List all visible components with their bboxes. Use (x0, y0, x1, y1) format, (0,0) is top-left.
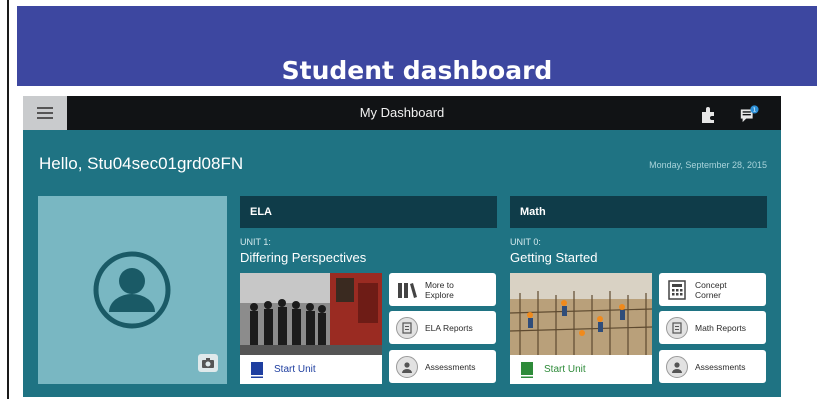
book-icon (251, 361, 263, 378)
concept-corner-button[interactable]: Concept Corner (659, 273, 766, 306)
reports-icon (396, 316, 418, 339)
change-photo-button[interactable] (198, 354, 218, 372)
unit-photo-ela (240, 273, 382, 355)
subject-ela: ELA UNIT 1: Differing Perspectives Start… (240, 196, 497, 384)
unit-code-ela: UNIT 1: (240, 237, 271, 247)
book-icon (521, 361, 533, 378)
subject-header-ela[interactable]: ELA (240, 196, 497, 228)
assessments-icon (396, 355, 418, 378)
top-bar: My Dashboard 1 (23, 96, 781, 130)
math-reports-label: Math Reports (695, 322, 747, 333)
notification-count: 1 (753, 108, 756, 114)
start-unit-label: Start Unit (274, 364, 316, 375)
unit-card-math[interactable]: Start Unit (510, 273, 652, 384)
more-to-explore-line1: More to (425, 279, 454, 290)
slide-title: Student dashboard (281, 56, 553, 85)
more-to-explore-button[interactable]: More to Explore (389, 273, 496, 306)
library-books-icon (395, 278, 419, 302)
page-title: My Dashboard (359, 105, 445, 120)
unit-name-math: Getting Started (510, 250, 598, 265)
math-assessments-button[interactable]: Assessments (659, 350, 766, 383)
ela-assessments-button[interactable]: Assessments (389, 350, 496, 383)
start-unit-math[interactable]: Start Unit (510, 355, 652, 384)
unit-name-ela: Differing Perspectives (240, 250, 367, 265)
dashboard-app: My Dashboard 1 Hello, Stu04sec01grd08FN … (23, 96, 781, 397)
unit-photo-math (510, 273, 652, 355)
slide-header-band: Student dashboard (17, 6, 817, 86)
concept-corner-line1: Concept (695, 279, 727, 290)
subject-header-math[interactable]: Math (510, 196, 767, 228)
profile-panel (38, 196, 227, 384)
ela-reports-label: ELA Reports (425, 322, 473, 333)
start-unit-ela[interactable]: Start Unit (240, 355, 382, 384)
more-to-explore-line2: Explore (425, 289, 454, 300)
greeting-text: Hello, Stu04sec01grd08FN (39, 154, 244, 173)
unit-code-math: UNIT 0: (510, 237, 541, 247)
messages-icon[interactable]: 1 (739, 104, 759, 124)
reports-icon (666, 316, 688, 339)
current-date: Monday, September 28, 2015 (649, 160, 767, 170)
start-unit-label: Start Unit (544, 364, 586, 375)
calculator-icon (665, 278, 689, 302)
puzzle-icon[interactable] (699, 104, 719, 124)
math-reports-button[interactable]: Math Reports (659, 311, 766, 344)
ela-reports-button[interactable]: ELA Reports (389, 311, 496, 344)
camera-icon (202, 358, 214, 368)
subject-math: Math UNIT 0: Getting Started Start Unit … (510, 196, 767, 384)
left-border-line (7, 0, 9, 399)
math-assessments-label: Assessments (695, 361, 746, 372)
ela-assessments-label: Assessments (425, 361, 476, 372)
assessments-icon (666, 355, 688, 378)
user-avatar-icon[interactable] (92, 250, 172, 330)
concept-corner-line2: Corner (695, 289, 721, 300)
unit-card-ela[interactable]: Start Unit (240, 273, 382, 384)
